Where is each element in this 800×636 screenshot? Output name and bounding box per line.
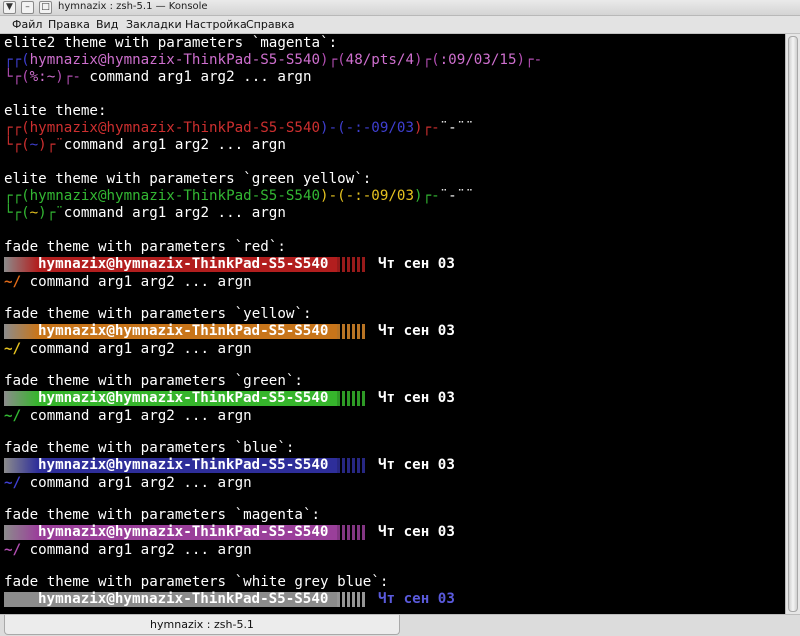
prompt-date: Чт сен 03 [378,256,455,272]
terminal-line: └┌(%:~)┌- command arg1 arg2 ... argn [4,69,312,85]
menubar: Файл Правка Вид Закладки Настройка Справ… [0,16,800,34]
prompt-path: ~/ [4,274,22,290]
tab-bar: hymnazix : zsh-5.1 [0,614,800,636]
prompt-user-host: hymnazix@hymnazix-ThinkPad-S5-S540 [38,323,329,339]
command-line: ~/ command arg1 arg2 ... argn [4,475,252,492]
window-titlebar: ▼ – □ hymnazix : zsh-5.1 — Konsole [0,0,800,16]
terminal-output[interactable]: elite2 theme with parameters `magenta`: … [0,34,785,614]
menu-help[interactable]: Справка [246,18,294,31]
prompt-path: ~/ [4,542,22,558]
prompt-fade-pattern [337,525,367,540]
fade-header-line: fade theme with parameters `yellow`: [4,306,312,322]
command-line: ~/ command arg1 arg2 ... argn [4,408,252,425]
vertical-scrollbar[interactable] [785,34,800,614]
prompt-path: ~/ [4,475,22,491]
fade-header-line: fade theme with parameters `blue`: [4,440,295,456]
prompt-user-host: hymnazix@hymnazix-ThinkPad-S5-S540 [38,524,329,540]
prompt-date: Чт сен 03 [378,323,455,339]
prompt-date: Чт сен 03 [378,591,455,607]
prompt-fade-pattern [337,324,367,339]
command-line: ~/ command arg1 arg2 ... argn [4,274,252,291]
minimize-button[interactable]: – [21,1,34,14]
prompt-date: Чт сен 03 [378,390,455,406]
maximize-button[interactable]: □ [39,1,52,14]
prompt-user-host: hymnazix@hymnazix-ThinkPad-S5-S540 [38,256,329,272]
command-line: ~/ command arg1 arg2 ... argn [4,341,252,358]
command-text: command arg1 arg2 ... argn [21,542,252,558]
scrollbar-thumb[interactable] [788,36,798,612]
terminal-line: ┌┌(hymnazix@hymnazix-ThinkPad-S5-S540)-(… [4,188,474,204]
prompt-user-host: hymnazix@hymnazix-ThinkPad-S5-S540 [38,591,329,607]
prompt-user-host: hymnazix@hymnazix-ThinkPad-S5-S540 [38,390,329,406]
prompt-path: ~/ [4,408,22,424]
prompt-fade-pattern [337,391,367,406]
fade-header-line: fade theme with parameters `white grey b… [4,574,389,590]
terminal-line: └┌(~)┌¨command arg1 arg2 ... argn [4,137,286,153]
terminal-line: ┌┌(hymnazix@hymnazix-ThinkPad-S5-S540)┌(… [4,52,543,68]
terminal-line: elite2 theme with parameters `magenta`: [4,35,338,51]
tab-session[interactable]: hymnazix : zsh-5.1 [4,615,400,635]
command-line: ~/ command arg1 arg2 ... argn [4,542,252,559]
prompt-path: ~/ [4,341,22,357]
menu-view[interactable]: Вид [96,18,118,31]
prompt-fade-pattern [337,257,367,272]
command-text: command arg1 arg2 ... argn [21,408,252,424]
prompt-user-host: hymnazix@hymnazix-ThinkPad-S5-S540 [38,457,329,473]
fade-header-line: fade theme with parameters `magenta`: [4,507,321,523]
terminal-line: ┌┌(hymnazix@hymnazix-ThinkPad-S5-S540)-(… [4,120,474,136]
prompt-date: Чт сен 03 [378,524,455,540]
menu-edit[interactable]: Правка [48,18,90,31]
prompt-date: Чт сен 03 [378,457,455,473]
window-menu-icon[interactable]: ▼ [3,1,16,14]
fade-header-line: fade theme with parameters `red`: [4,239,286,255]
menu-settings[interactable]: Настройка [185,18,247,31]
terminal-line: elite theme with parameters `green yello… [4,171,372,187]
terminal-line: └┌(~)┌¨command arg1 arg2 ... argn [4,205,286,221]
command-text: command arg1 arg2 ... argn [21,475,252,491]
command-text: command arg1 arg2 ... argn [21,341,252,357]
menu-bookmarks[interactable]: Закладки [126,18,182,31]
prompt-fade-pattern [337,592,367,607]
command-text: command arg1 arg2 ... argn [21,274,252,290]
fade-header-line: fade theme with parameters `green`: [4,373,303,389]
terminal-line: elite theme: [4,103,107,119]
window-title: hymnazix : zsh-5.1 — Konsole [58,1,208,12]
menu-file[interactable]: Файл [12,18,42,31]
prompt-fade-pattern [337,458,367,473]
